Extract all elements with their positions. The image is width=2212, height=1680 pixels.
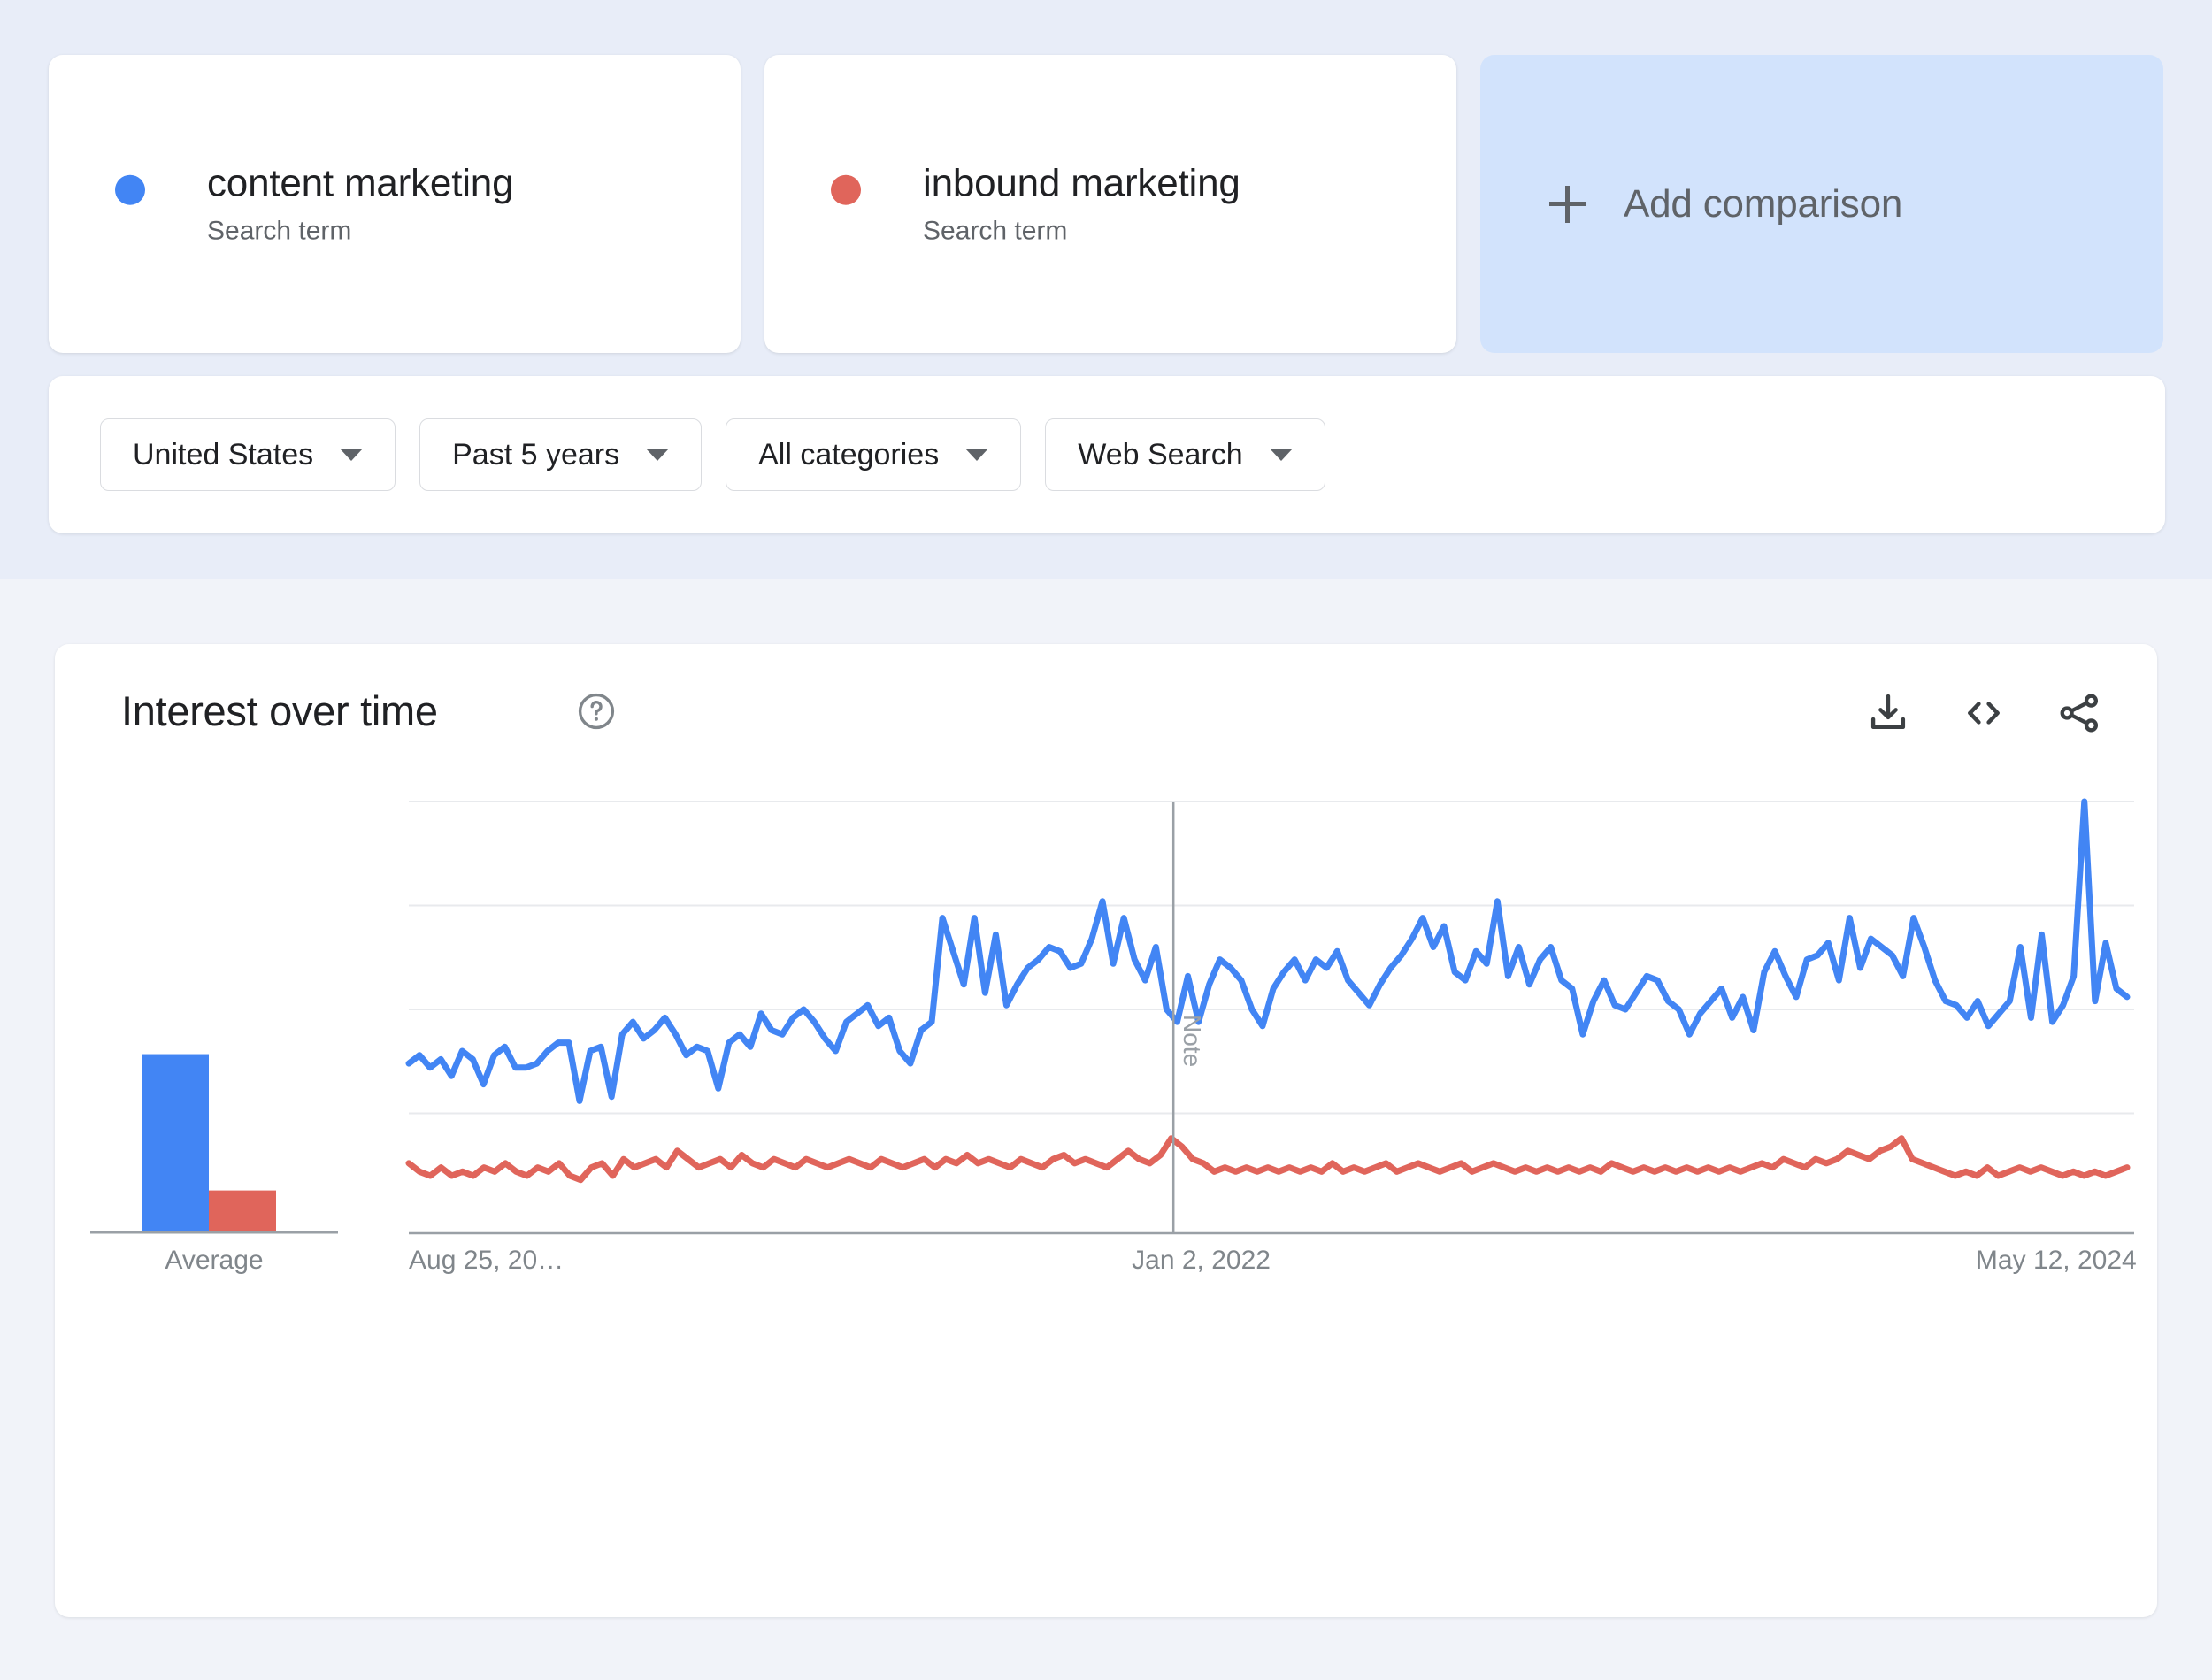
chart-actions bbox=[1863, 688, 2104, 738]
search-term-type-2: Search term bbox=[923, 216, 1068, 246]
interest-over-time-line-chart: 255075100 Note bbox=[405, 798, 2134, 1235]
filter-location[interactable]: United States bbox=[100, 418, 396, 491]
chevron-down-icon bbox=[965, 449, 989, 461]
page-title: Interest over time bbox=[121, 687, 438, 734]
chevron-down-icon bbox=[1269, 449, 1293, 461]
filter-time-range-label: Past 5 years bbox=[452, 437, 620, 472]
chevron-down-icon bbox=[340, 449, 364, 461]
filter-search-type-label: Web Search bbox=[1078, 437, 1243, 472]
average-label: Average bbox=[165, 1246, 264, 1275]
chevron-down-icon bbox=[646, 449, 670, 461]
series-color-dot-2 bbox=[831, 174, 861, 205]
x-tick-label: May 12, 2024 bbox=[1975, 1246, 2137, 1275]
note-label[interactable]: Note bbox=[1179, 1015, 1206, 1067]
average-bar bbox=[209, 1190, 276, 1232]
filter-bar: United States Past 5 years All categorie… bbox=[49, 376, 2165, 533]
search-term-name-2: inbound marketing bbox=[923, 161, 1240, 205]
search-term-name-1: content marketing bbox=[207, 161, 514, 205]
average-bar bbox=[142, 1054, 209, 1232]
filter-search-type[interactable]: Web Search bbox=[1045, 418, 1325, 491]
filter-time-range[interactable]: Past 5 years bbox=[419, 418, 703, 491]
series-line-1 bbox=[405, 798, 2131, 1104]
filter-category[interactable]: All categories bbox=[726, 418, 1022, 491]
search-terms-row: content marketing Search term inbound ma… bbox=[49, 55, 2165, 353]
x-tick-label: Jan 2, 2022 bbox=[1132, 1246, 1271, 1275]
search-term-card-2[interactable]: inbound marketing Search term bbox=[764, 55, 1456, 353]
search-term-type-1: Search term bbox=[207, 216, 352, 246]
x-axis-labels: Aug 25, 20… Jan 2, 2022 May 12, 2024 bbox=[400, 1246, 2137, 1290]
add-comparison-button[interactable]: Add comparison bbox=[1480, 55, 2163, 353]
filter-location-label: United States bbox=[133, 437, 314, 472]
help-circle-icon[interactable] bbox=[575, 690, 618, 733]
average-bar-chart bbox=[90, 1054, 338, 1234]
download-icon[interactable] bbox=[1863, 688, 1913, 738]
series-line-2 bbox=[405, 1135, 2131, 1184]
plot-area: Average 255075100 Note Aug 25, 20… Jan 2,… bbox=[55, 777, 2157, 1617]
series-color-dot-1 bbox=[115, 174, 145, 205]
plus-icon bbox=[1549, 185, 1586, 223]
chart-header: Interest over time bbox=[55, 644, 2157, 777]
search-term-card-1[interactable]: content marketing Search term bbox=[49, 55, 741, 353]
add-comparison-label: Add comparison bbox=[1624, 181, 1903, 226]
share-icon[interactable] bbox=[2055, 688, 2104, 738]
x-tick-label: Aug 25, 20… bbox=[409, 1246, 565, 1275]
interest-over-time-card: Interest over time Average Note Aug 25, … bbox=[55, 644, 2157, 1617]
filter-category-label: All categories bbox=[758, 437, 940, 472]
code-icon[interactable] bbox=[1959, 688, 2008, 738]
